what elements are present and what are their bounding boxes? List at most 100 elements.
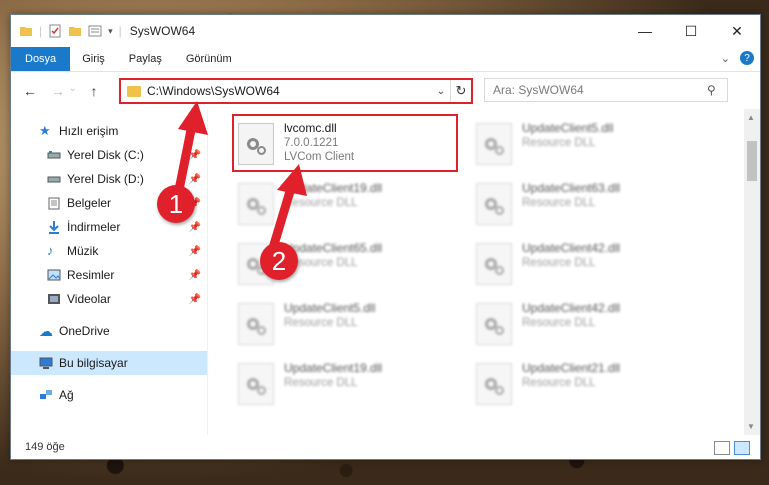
file-name: UpdateClient42.dll — [522, 241, 621, 255]
ribbon-tabs: Dosya Giriş Paylaş Görünüm ⌄ ? — [11, 47, 760, 72]
customize-icon[interactable] — [88, 24, 102, 38]
scroll-down-icon[interactable]: ▼ — [747, 422, 755, 431]
folder-icon — [127, 85, 141, 97]
search-icon[interactable]: ⚲ — [707, 83, 727, 97]
file-item[interactable]: UpdateClient21.dll Resource DLL — [472, 359, 700, 411]
sidebar-item-label: Müzik — [67, 244, 99, 258]
network-icon — [40, 390, 52, 399]
file-type: Resource DLL — [522, 257, 596, 269]
computer-icon — [39, 357, 53, 369]
expand-ribbon-icon[interactable]: ⌄ — [721, 52, 730, 65]
quick-access-toolbar: | ▾ | — [11, 24, 122, 38]
music-icon: ♪ — [47, 243, 54, 258]
sidebar-item-network[interactable]: Ağ — [11, 383, 207, 407]
window-controls: — ☐ ✕ — [622, 15, 760, 47]
chevron-down-icon[interactable]: ⌄ — [432, 86, 450, 97]
up-arrow-icon[interactable]: ↑ — [91, 83, 98, 99]
pin-icon: 📌 — [188, 293, 201, 305]
navigation-buttons: ← → ⌄ ↑ — [11, 83, 121, 99]
pin-icon: 📌 — [188, 245, 201, 257]
help-icon[interactable]: ? — [740, 51, 754, 65]
file-item[interactable]: UpdateClient63.dll Resource DLL — [472, 179, 700, 231]
file-item[interactable]: UpdateClient19.dll Resource DLL — [234, 359, 462, 411]
cloud-icon: ☁ — [39, 323, 53, 339]
sidebar-item-label: Belgeler — [67, 196, 112, 210]
back-arrow-icon[interactable]: ← — [23, 83, 37, 99]
pin-icon: 📌 — [188, 221, 201, 233]
scrollbar-thumb[interactable] — [747, 141, 757, 181]
status-bar: 149 öğe — [11, 435, 760, 459]
sidebar-item-music[interactable]: ♪ Müzik 📌 — [11, 239, 207, 263]
address-row: ← → ⌄ ↑ C:\Windows\SysWOW64 ⌄ ↻ Ara: Sys… — [11, 72, 760, 110]
pin-icon: 📌 — [188, 269, 201, 281]
refresh-icon[interactable]: ↻ — [450, 80, 471, 102]
view-toggle — [714, 441, 750, 455]
pictures-icon — [47, 269, 61, 281]
sidebar-item-label: İndirmeler — [67, 220, 121, 234]
drive-icon — [47, 176, 61, 183]
chevron-down-icon[interactable]: ▾ — [108, 26, 113, 37]
file-type: Resource DLL — [522, 197, 596, 209]
sidebar-item-this-pc[interactable]: Bu bilgisayar — [11, 351, 207, 375]
file-type: Resource DLL — [284, 377, 358, 389]
file-name: UpdateClient42.dll — [522, 301, 621, 315]
file-name: UpdateClient5.dll — [284, 301, 376, 315]
sidebar-item-label: Yerel Disk (D:) — [67, 172, 144, 186]
details-view-icon[interactable] — [714, 441, 730, 455]
drive-icon — [47, 151, 61, 159]
ribbon-right: ⌄ ? — [721, 51, 754, 65]
download-icon — [49, 221, 59, 234]
sidebar-item-onedrive[interactable]: ☁ OneDrive — [11, 319, 207, 343]
file-item[interactable]: UpdateClient42.dll Resource DLL — [472, 299, 700, 351]
step-badge-1: 1 — [157, 185, 195, 223]
tab-gorunum[interactable]: Görünüm — [174, 47, 244, 71]
recent-chevron-icon[interactable]: ⌄ — [69, 83, 77, 99]
file-name: UpdateClient19.dll — [284, 361, 383, 375]
file-name: UpdateClient63.dll — [522, 181, 621, 195]
sidebar-item-label: Bu bilgisayar — [59, 356, 128, 370]
star-icon: ★ — [39, 123, 51, 138]
file-explorer-window: | ▾ | SysWOW64 — ☐ ✕ Dosya Giriş Paylaş … — [10, 14, 761, 460]
vertical-scrollbar[interactable]: ▲ ▼ — [744, 109, 760, 435]
file-item[interactable]: UpdateClient42.dll Resource DLL — [472, 239, 700, 291]
title-bar: | ▾ | SysWOW64 — ☐ ✕ — [11, 15, 760, 47]
dll-file-icon — [476, 303, 512, 345]
file-name: UpdateClient21.dll — [522, 361, 621, 375]
sidebar-item-videos[interactable]: Videolar 📌 — [11, 287, 207, 311]
properties-icon[interactable] — [48, 24, 62, 38]
search-box[interactable]: Ara: SysWOW64 ⚲ — [484, 78, 728, 102]
file-item[interactable]: UpdateClient5.dll Resource DLL — [234, 299, 462, 351]
dll-file-icon — [476, 183, 512, 225]
close-button[interactable]: ✕ — [714, 15, 760, 47]
new-folder-icon[interactable] — [68, 24, 82, 38]
video-icon — [48, 294, 60, 304]
sidebar-item-label: Ağ — [59, 388, 74, 402]
forward-arrow-icon[interactable]: → — [51, 83, 65, 99]
dll-file-icon — [238, 303, 274, 345]
sidebar-item-label: Hızlı erişim — [59, 124, 119, 138]
sidebar-item-label: Resimler — [67, 268, 115, 282]
scroll-up-icon[interactable]: ▲ — [747, 113, 755, 122]
dll-file-icon — [238, 363, 274, 405]
tab-giris[interactable]: Giriş — [70, 47, 117, 71]
dll-file-icon — [476, 363, 512, 405]
file-type: Resource DLL — [522, 377, 596, 389]
maximize-button[interactable]: ☐ — [668, 15, 714, 47]
window-title: SysWOW64 — [129, 24, 196, 38]
search-placeholder: Ara: SysWOW64 — [493, 83, 584, 97]
tab-dosya[interactable]: Dosya — [11, 47, 71, 71]
item-count: 149 öğe — [25, 441, 65, 453]
file-item[interactable]: UpdateClient5.dll Resource DLL — [472, 119, 700, 171]
sidebar-item-label: Yerel Disk (C:) — [67, 148, 144, 162]
step-badge-2: 2 — [260, 242, 298, 280]
file-type: Resource DLL — [522, 317, 596, 329]
minimize-button[interactable]: — — [622, 15, 668, 47]
tab-paylas[interactable]: Paylaş — [117, 47, 174, 71]
folder-icon — [20, 27, 32, 36]
large-icons-view-icon[interactable] — [734, 441, 750, 455]
documents-icon — [48, 197, 60, 210]
sidebar-item-label: OneDrive — [59, 324, 110, 338]
file-type: Resource DLL — [284, 317, 358, 329]
sidebar-item-pictures[interactable]: Resimler 📌 — [11, 263, 207, 287]
sidebar-item-label: Videolar — [67, 292, 111, 306]
